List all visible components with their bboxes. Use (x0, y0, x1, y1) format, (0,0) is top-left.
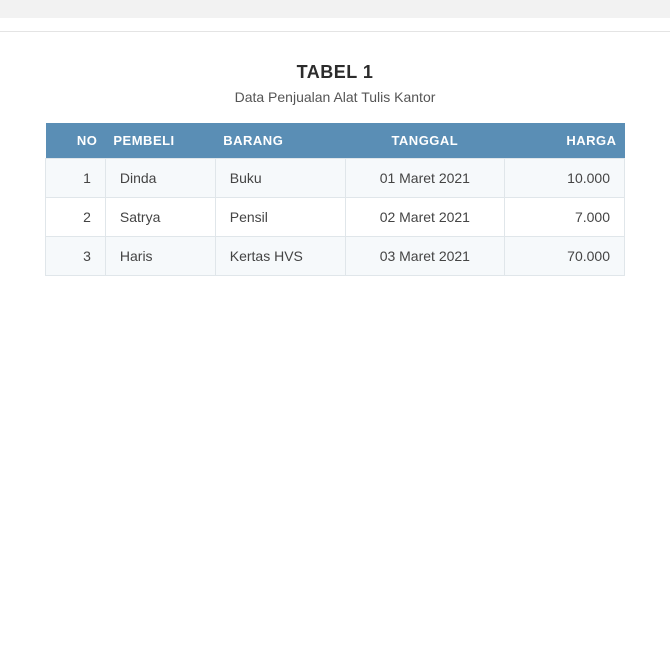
col-header-harga: HARGA (505, 123, 625, 159)
table-header-row: NO PEMBELI BARANG TANGGAL HARGA (46, 123, 625, 159)
col-header-pembeli: PEMBELI (105, 123, 215, 159)
cell-no: 2 (46, 198, 106, 237)
cell-harga: 10.000 (505, 159, 625, 198)
top-bar (0, 0, 670, 18)
cell-pembeli: Haris (105, 237, 215, 276)
cell-tanggal: 01 Maret 2021 (345, 159, 505, 198)
cell-harga: 70.000 (505, 237, 625, 276)
cell-tanggal: 02 Maret 2021 (345, 198, 505, 237)
col-header-no: NO (46, 123, 106, 159)
cell-tanggal: 03 Maret 2021 (345, 237, 505, 276)
table-row: 1 Dinda Buku 01 Maret 2021 10.000 (46, 159, 625, 198)
cell-no: 3 (46, 237, 106, 276)
cell-barang: Pensil (215, 198, 345, 237)
cell-barang: Buku (215, 159, 345, 198)
table-row: 2 Satrya Pensil 02 Maret 2021 7.000 (46, 198, 625, 237)
sales-table: NO PEMBELI BARANG TANGGAL HARGA 1 Dinda … (45, 123, 625, 276)
col-header-barang: BARANG (215, 123, 345, 159)
cell-pembeli: Dinda (105, 159, 215, 198)
table-row: 3 Haris Kertas HVS 03 Maret 2021 70.000 (46, 237, 625, 276)
cell-pembeli: Satrya (105, 198, 215, 237)
col-header-tanggal: TANGGAL (345, 123, 505, 159)
cell-harga: 7.000 (505, 198, 625, 237)
page-title: TABEL 1 (40, 62, 630, 83)
page-subtitle: Data Penjualan Alat Tulis Kantor (40, 89, 630, 105)
content-container: TABEL 1 Data Penjualan Alat Tulis Kantor… (0, 32, 670, 306)
cell-barang: Kertas HVS (215, 237, 345, 276)
divider (0, 24, 670, 32)
cell-no: 1 (46, 159, 106, 198)
